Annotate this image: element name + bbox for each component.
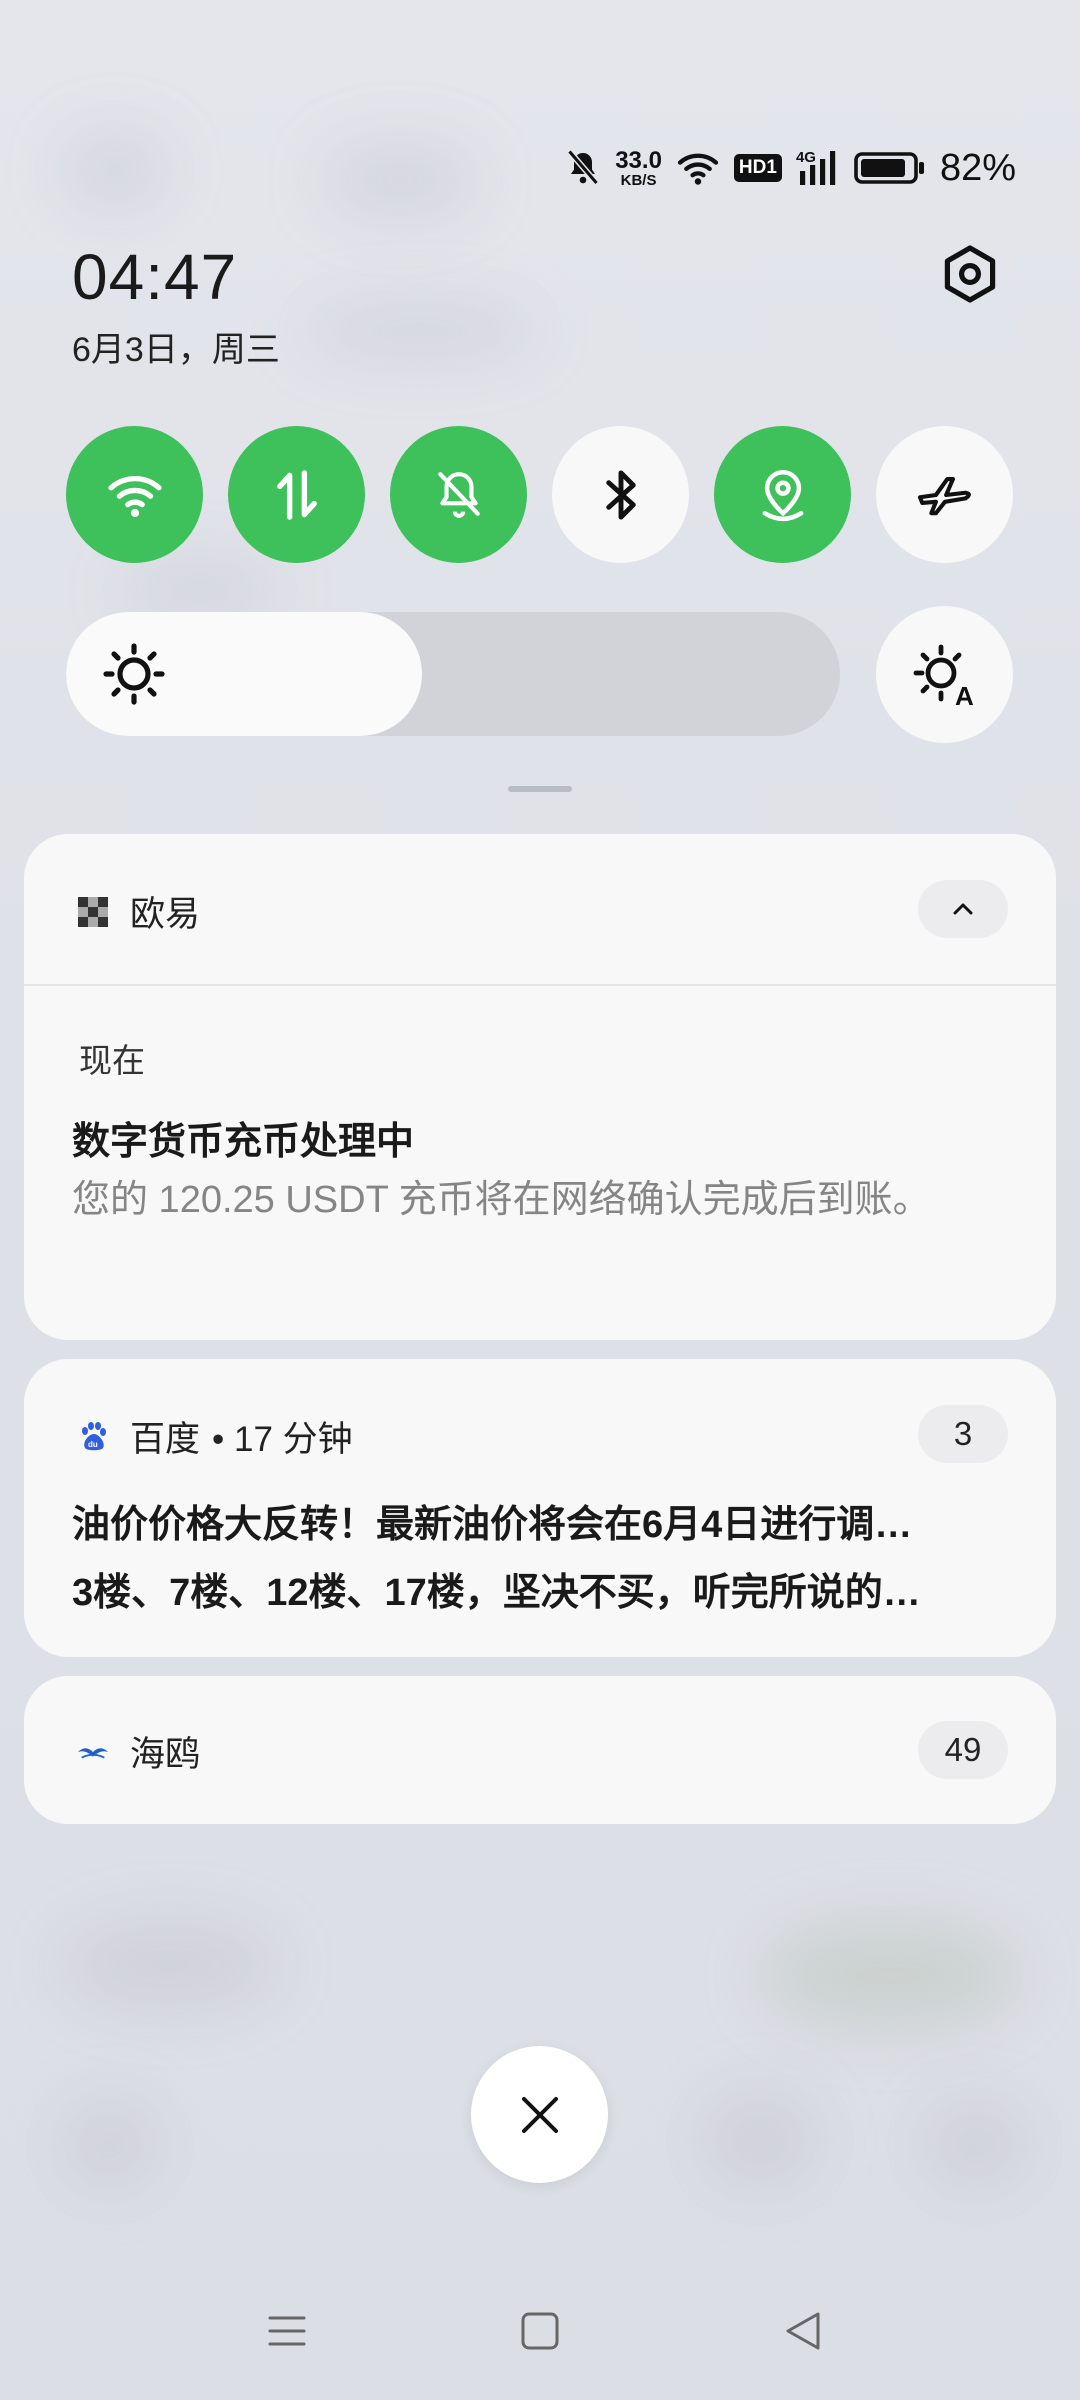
speed-value: 33.0 [615, 146, 662, 174]
wifi-icon [107, 475, 162, 517]
close-icon [521, 2096, 558, 2133]
navigation-bar [0, 2300, 1080, 2360]
notification-line: 3楼、7楼、12楼、17楼，坚决不买，听完所说的… [72, 1572, 921, 1614]
notification-body: 您的 120.25 USDT 充币将在网络确认完成后到账。 [72, 1179, 931, 1221]
battery-icon [854, 152, 924, 184]
svg-text:du: du [88, 1440, 98, 1449]
airplane-icon [917, 476, 971, 515]
menu-icon[interactable] [264, 2308, 310, 2354]
background-blur [920, 2100, 1030, 2190]
toggle-wifi[interactable] [66, 426, 203, 563]
data-arrows-icon [276, 469, 317, 520]
brightness-icon [103, 643, 165, 705]
hd-icon: HD1 [733, 154, 782, 182]
auto-brightness-icon: A [913, 644, 974, 707]
svg-text:A: A [955, 681, 974, 707]
toggle-bluetooth[interactable] [552, 426, 689, 563]
chevron-up-icon [953, 903, 973, 915]
settings-icon[interactable] [940, 244, 1000, 304]
background-blur [300, 300, 540, 360]
bluetooth-icon [605, 469, 636, 520]
notification-line: 油价价格大反转！最新油价将会在6月4日进行调… [72, 1504, 913, 1546]
home-icon[interactable] [517, 2308, 563, 2354]
battery-percent: 82% [939, 146, 1016, 189]
toggle-do-not-disturb[interactable] [390, 426, 527, 563]
divider [24, 984, 1056, 986]
app-name: 海鸥 [130, 1735, 201, 1774]
notification-time: • 17 分钟 [212, 1420, 353, 1459]
toggle-airplane-mode[interactable] [876, 426, 1013, 563]
quick-settings-toggles [66, 426, 1013, 563]
notification-card-baidu[interactable]: du 百度 • 17 分钟 3 油价价格大反转！最新油价将会在6月4日进行调… … [24, 1359, 1056, 1657]
notification-card-okx[interactable]: 欧易 现在 数字货币充币处理中 您的 120.25 USDT 充币将在网络确认完… [24, 834, 1056, 1340]
notification-header: du 百度 • 17 分钟 [76, 1411, 353, 1462]
drag-handle[interactable] [508, 786, 572, 792]
clock[interactable]: 04:47 [72, 240, 237, 314]
background-blur [60, 2100, 160, 2190]
auto-brightness-button[interactable]: A [876, 606, 1013, 743]
network-speed: 33.0 KB/S [615, 146, 662, 189]
collapse-button[interactable] [918, 880, 1008, 938]
background-blur [60, 130, 170, 210]
notification-count-badge[interactable]: 3 [918, 1405, 1008, 1463]
location-icon [762, 469, 803, 521]
notification-card-seagull[interactable]: 海鸥 49 [24, 1676, 1056, 1824]
background-blur [320, 140, 480, 220]
app-name: 百度 [130, 1420, 201, 1459]
app-name: 欧易 [130, 895, 201, 934]
wifi-icon [677, 153, 719, 185]
notification-header: 欧易 [76, 886, 200, 937]
seagull-app-icon [76, 1735, 110, 1769]
date[interactable]: 6月3日，周三 [72, 322, 280, 371]
bell-off-icon [437, 471, 480, 518]
background-blur [60, 1920, 280, 2010]
notification-header: 海鸥 [76, 1726, 200, 1777]
baidu-app-icon: du [76, 1420, 110, 1454]
brightness-slider[interactable] [66, 612, 840, 736]
background-blur [760, 1920, 1020, 2030]
toggle-mobile-data[interactable] [228, 426, 365, 563]
clear-notifications-button[interactable] [471, 2046, 608, 2183]
notification-title: 数字货币充币处理中 [72, 1121, 415, 1163]
background-blur [700, 2090, 820, 2190]
status-bar: 33.0 KB/S HD1 4G 82% [565, 140, 1016, 196]
back-icon[interactable] [780, 2308, 826, 2354]
toggle-location[interactable] [714, 426, 851, 563]
signal-icon: 4G [796, 149, 840, 187]
speed-unit: KB/S [620, 171, 657, 189]
notification-time: 现在 [79, 1042, 145, 1079]
mute-icon [567, 149, 599, 185]
background-blur [120, 560, 280, 620]
notification-count-badge[interactable]: 49 [918, 1721, 1008, 1779]
okx-app-icon [76, 895, 110, 929]
